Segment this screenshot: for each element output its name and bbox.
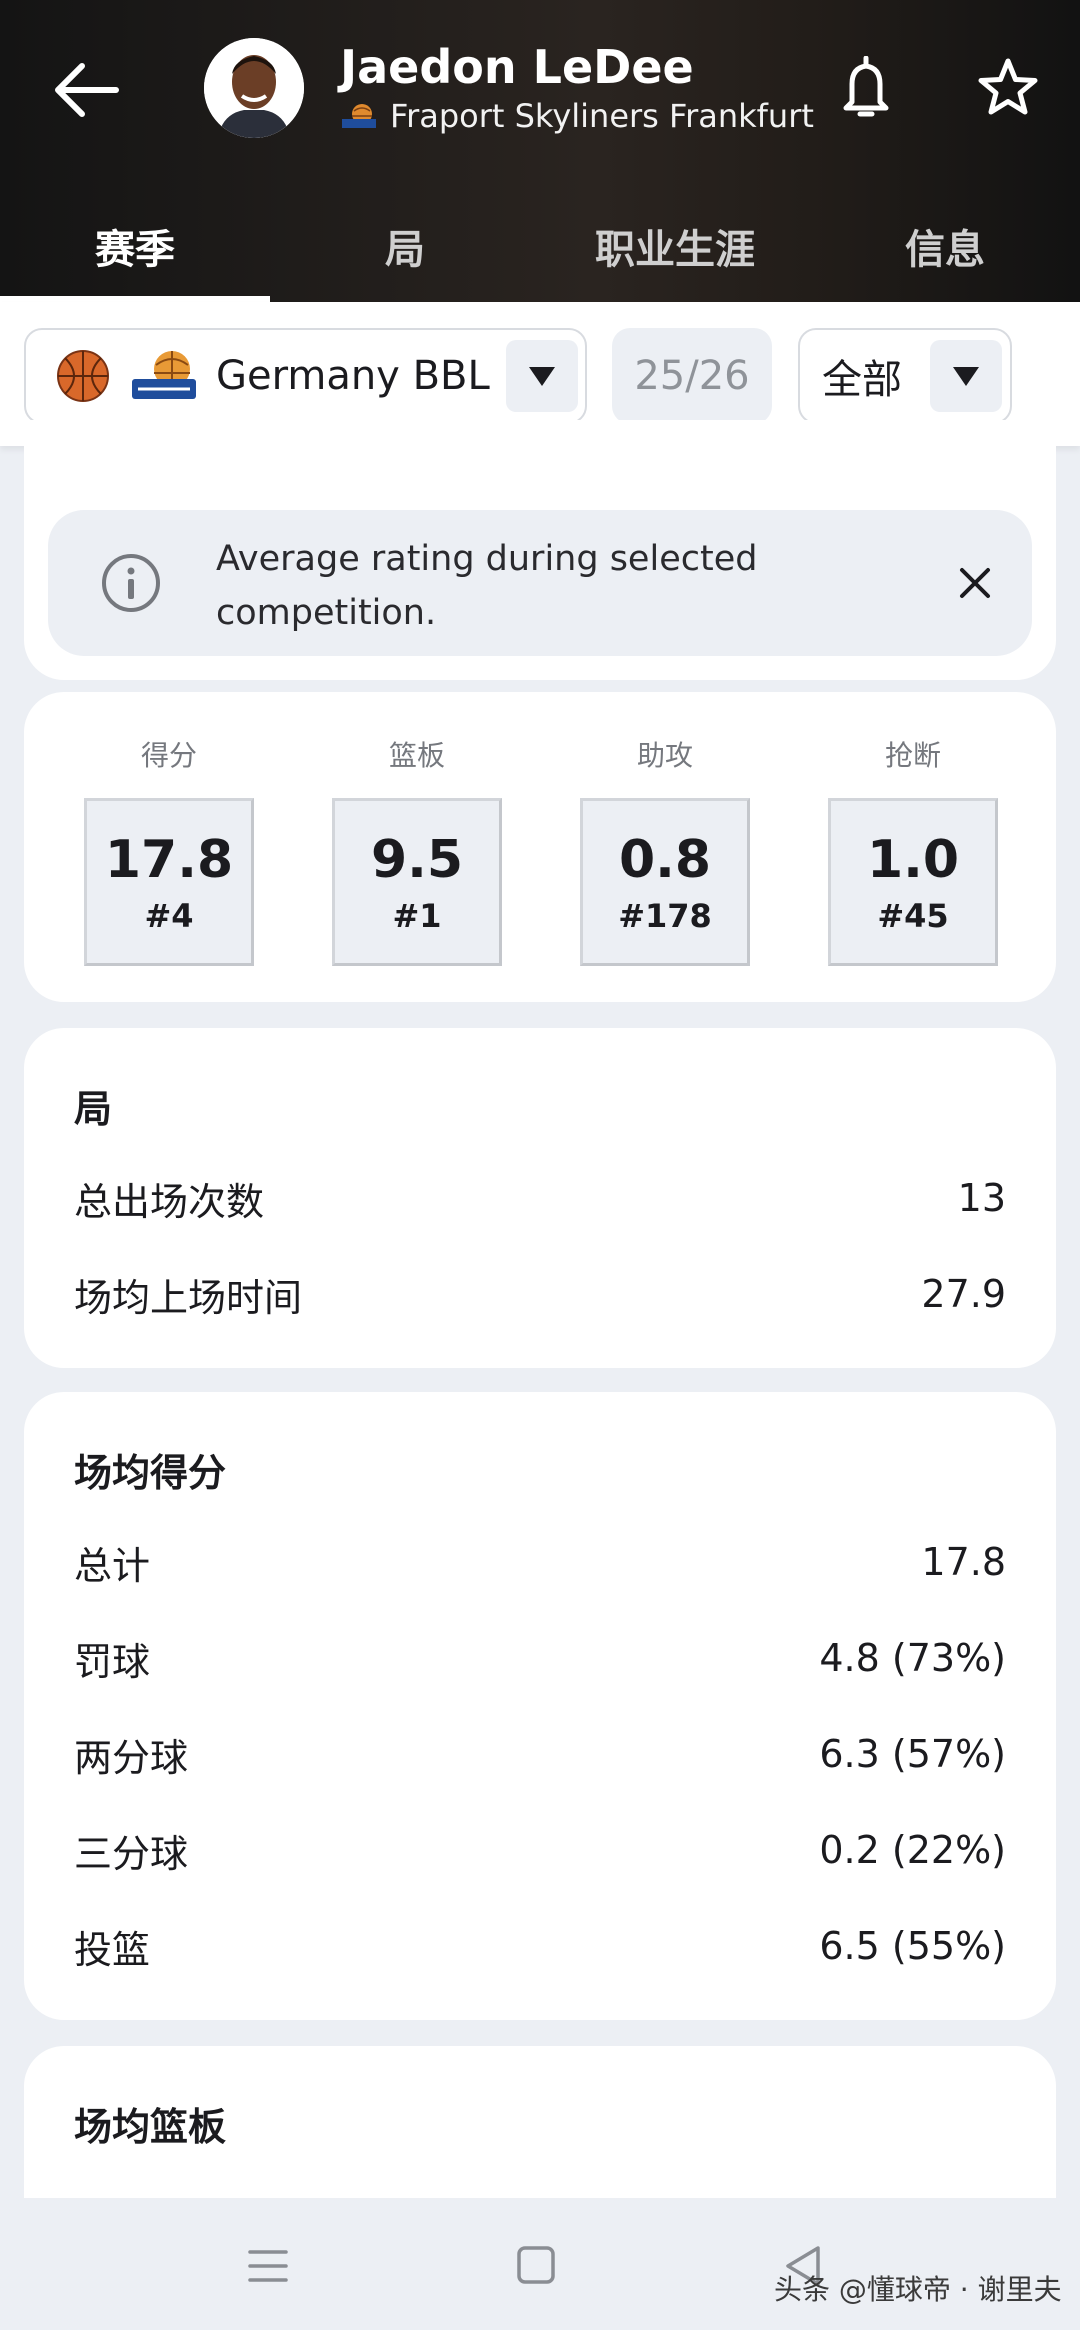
scope-select[interactable]: 全部	[798, 328, 1012, 424]
caret-down-icon	[529, 367, 555, 386]
stat-row: 三分球 0.2 (22%)	[74, 1820, 1006, 1880]
player-avatar	[204, 38, 304, 138]
stat-row: 总出场次数 13	[74, 1168, 1006, 1228]
close-icon[interactable]	[948, 556, 1002, 610]
team-name: Fraport Skyliners Frankfurt	[390, 97, 814, 135]
notification-button[interactable]	[838, 55, 894, 122]
stat-value: 1.0	[866, 830, 960, 890]
back-button[interactable]	[46, 55, 126, 125]
games-card: 局 总出场次数 13 场均上场时间 27.9	[24, 1028, 1056, 1368]
info-icon	[102, 554, 160, 612]
row-label: 三分球	[74, 1831, 189, 1876]
menu-icon	[248, 2250, 288, 2282]
league-logo	[132, 351, 196, 399]
competition-label: Germany BBL	[216, 353, 490, 399]
info-text: Average rating during selected competiti…	[216, 539, 758, 633]
stat-row: 两分球 6.3 (57%)	[74, 1724, 1006, 1784]
row-label: 场均上场时间	[74, 1275, 303, 1320]
team-info: Fraport Skyliners Frankfurt	[340, 96, 814, 136]
caret-down-icon	[953, 367, 979, 386]
info-banner: Average rating during selected competiti…	[48, 510, 1032, 656]
stat-box: 1.0 #45	[828, 798, 998, 966]
stat-value: 9.5	[370, 830, 464, 890]
stat-label: 抢断	[884, 739, 941, 772]
row-label: 两分球	[74, 1735, 189, 1780]
home-icon	[517, 2246, 555, 2284]
system-nav-bar: 头条 @懂球帝 · 谢里夫	[0, 2198, 1080, 2330]
stat-row: 场均上场时间 27.9	[74, 1264, 1006, 1324]
row-value: 6.5 (55%)	[819, 1924, 1006, 1968]
row-value: 4.8 (73%)	[819, 1636, 1006, 1680]
row-value: 6.3 (57%)	[819, 1732, 1006, 1776]
row-label: 总计	[74, 1543, 151, 1588]
stat-assists: 助攻 0.8 #178	[580, 736, 750, 966]
stat-row: 投篮 6.5 (55%)	[74, 1916, 1006, 1976]
tab-info[interactable]: 信息	[810, 190, 1080, 302]
star-icon	[978, 58, 1038, 115]
stat-row: 罚球 4.8 (73%)	[74, 1628, 1006, 1688]
row-label: 罚球	[74, 1639, 151, 1684]
competition-dropdown-toggle[interactable]	[506, 340, 578, 412]
section-title: 场均篮板	[74, 2105, 227, 2149]
key-stats-card: 得分 17.8 #4 篮板 9.5 #1 助攻 0.8 #178 抢断 1.0 …	[24, 692, 1056, 1002]
stat-box: 9.5 #1	[332, 798, 502, 966]
stat-box: 17.8 #4	[84, 798, 254, 966]
rating-info-card: Average rating during selected competiti…	[24, 420, 1056, 680]
stat-points: 得分 17.8 #4	[84, 736, 254, 966]
row-value: 13	[957, 1176, 1006, 1220]
stat-box: 0.8 #178	[580, 798, 750, 966]
tab-career[interactable]: 职业生涯	[540, 190, 810, 302]
team-logo	[342, 104, 376, 128]
scoring-card: 场均得分 总计 17.8 罚球 4.8 (73%) 两分球 6.3 (57%) …	[24, 1392, 1056, 2020]
stat-value: 0.8	[618, 830, 712, 890]
watermark: 头条 @懂球帝 · 谢里夫	[774, 2273, 1062, 2306]
favorite-button[interactable]	[976, 56, 1040, 120]
season-select[interactable]: 25/26	[612, 328, 772, 424]
basketball-icon	[57, 350, 109, 402]
back-arrow-icon	[55, 63, 119, 117]
home-button[interactable]	[506, 2238, 566, 2294]
section-title: 局	[74, 1087, 113, 1131]
stat-value: 17.8	[104, 830, 234, 890]
scope-label: 全部	[822, 357, 902, 403]
stat-rebounds: 篮板 9.5 #1	[332, 736, 502, 966]
tab-games[interactable]: 局	[270, 190, 540, 302]
player-name: Jaedon LeDee	[340, 40, 694, 94]
stat-rank: #4	[144, 897, 194, 935]
stat-label: 助攻	[636, 739, 693, 772]
row-value: 17.8	[921, 1540, 1006, 1584]
row-value: 0.2 (22%)	[819, 1828, 1006, 1872]
stat-rank: #178	[618, 897, 712, 935]
stat-steals: 抢断 1.0 #45	[828, 736, 998, 966]
tab-season[interactable]: 赛季	[0, 190, 270, 302]
row-value: 27.9	[921, 1272, 1006, 1316]
tab-bar: 赛季 局 职业生涯 信息	[0, 190, 1080, 302]
menu-button[interactable]	[238, 2238, 298, 2294]
bell-icon	[843, 55, 889, 117]
player-header: Jaedon LeDee Fraport Skyliners Frankfurt…	[0, 0, 1080, 302]
section-title: 场均得分	[74, 1451, 227, 1495]
row-label: 总出场次数	[74, 1179, 265, 1224]
competition-select[interactable]: Germany BBL	[24, 328, 587, 424]
scope-dropdown-toggle[interactable]	[930, 340, 1002, 412]
stat-label: 篮板	[388, 739, 445, 772]
stat-rank: #1	[392, 897, 442, 935]
stat-rank: #45	[877, 897, 949, 935]
stat-row: 总计 17.8	[74, 1532, 1006, 1592]
stat-label: 得分	[140, 739, 197, 772]
row-label: 投篮	[74, 1927, 151, 1972]
